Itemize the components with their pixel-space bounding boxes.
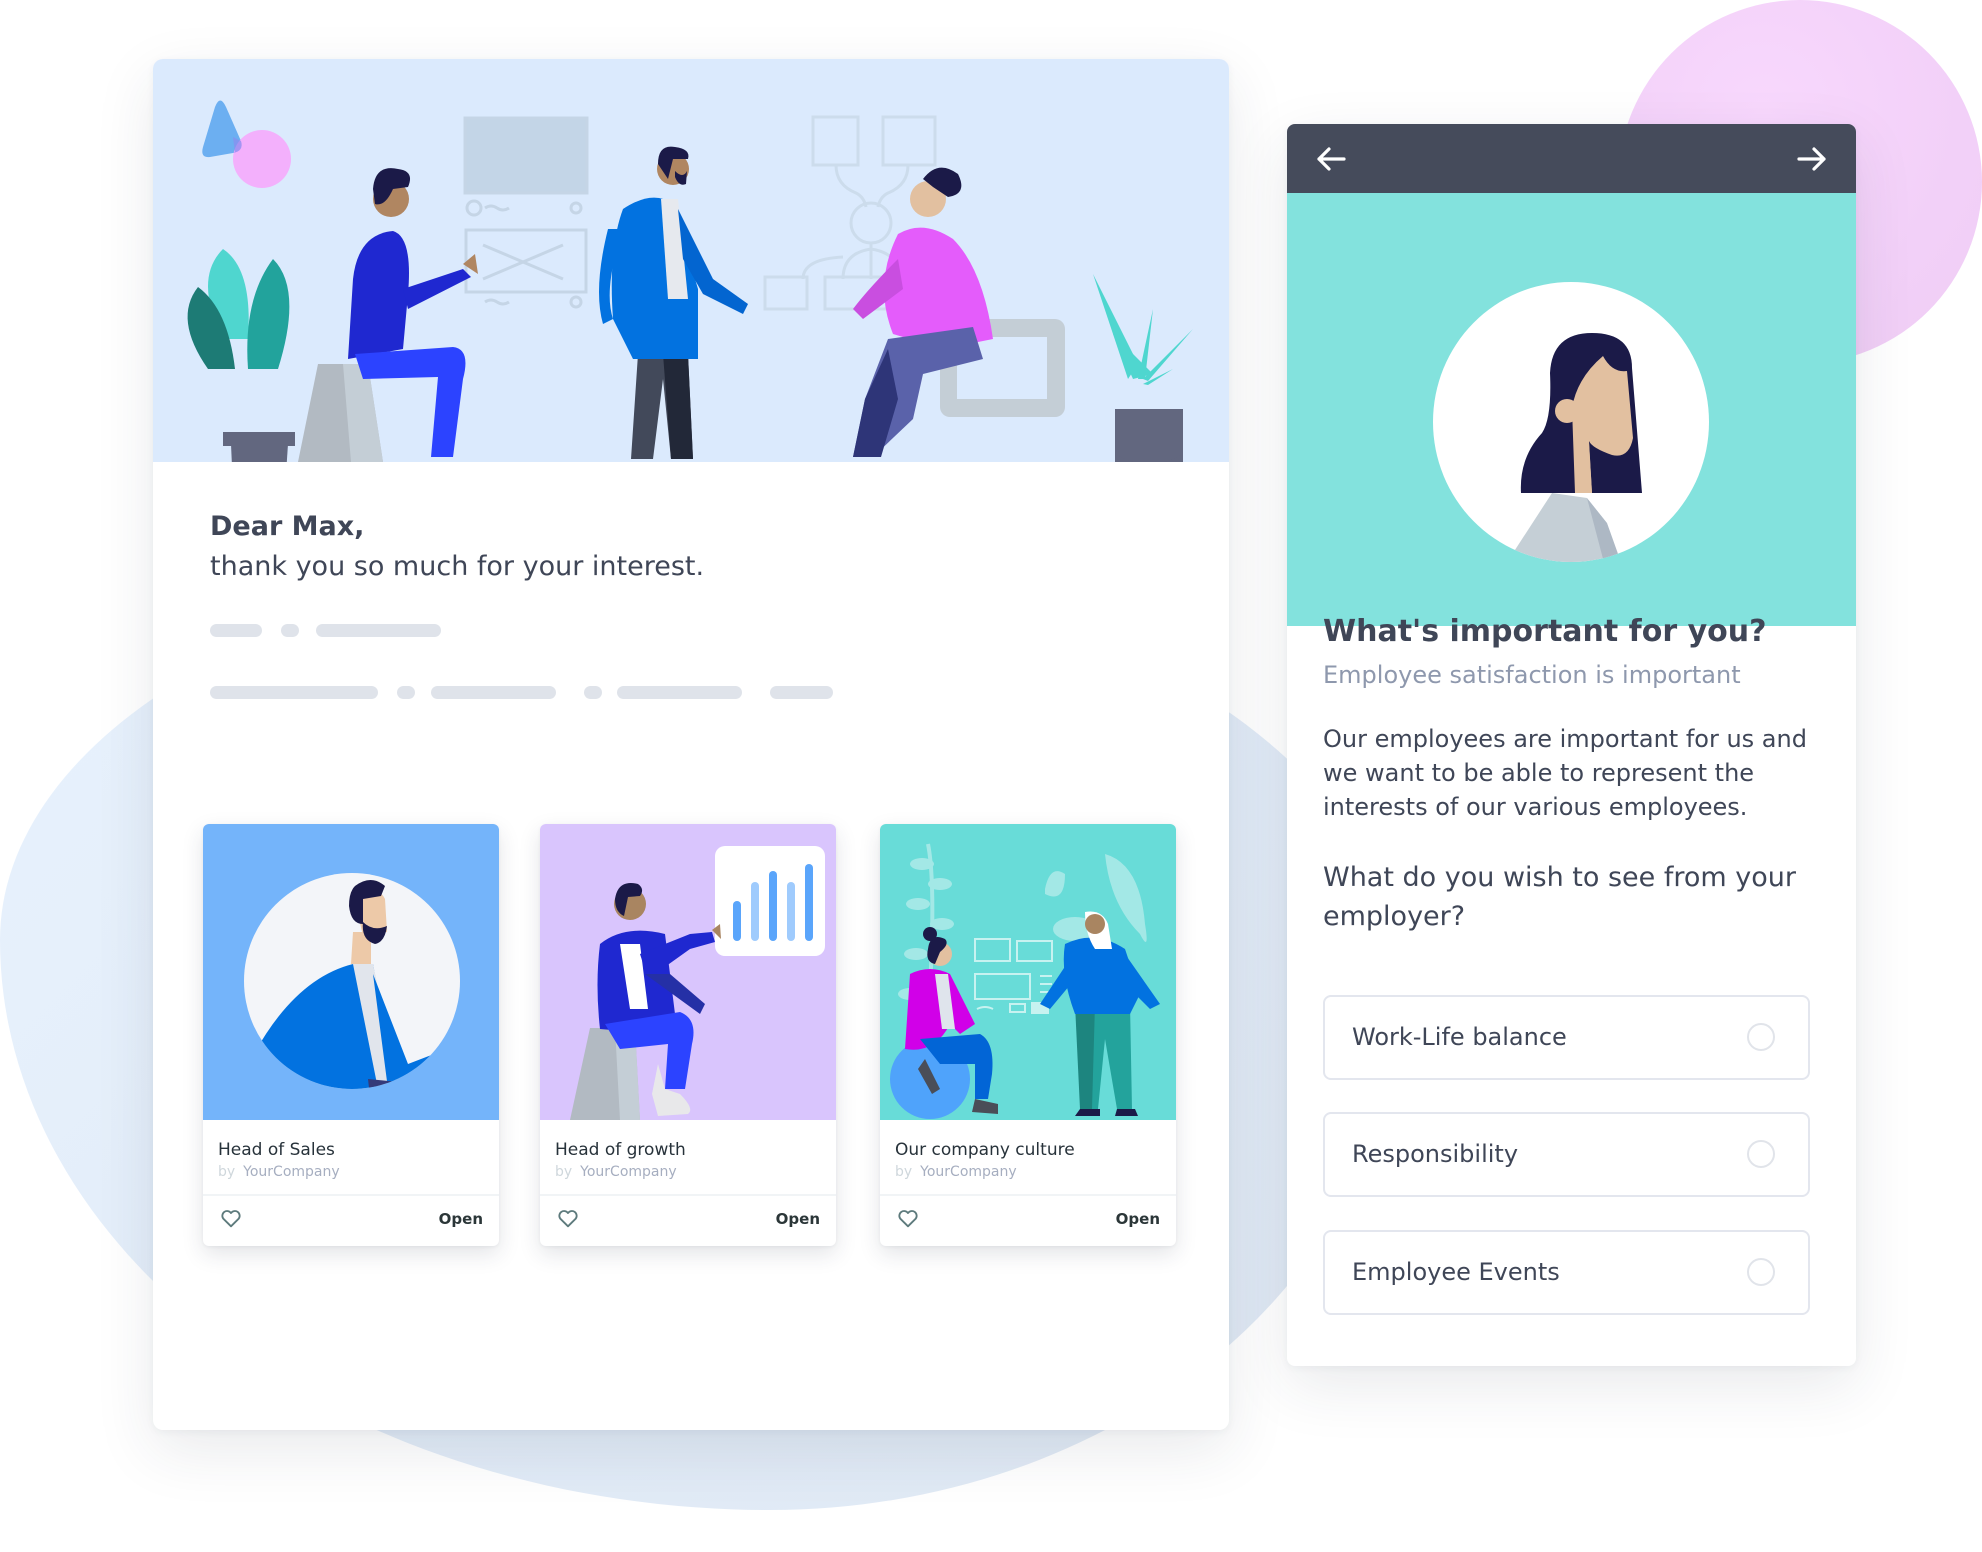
content-card[interactable]: Our company culture by YourCompany Open bbox=[880, 824, 1176, 1246]
survey-question: What do you wish to see from your employ… bbox=[1323, 862, 1796, 932]
by-label: by bbox=[895, 1164, 913, 1180]
card-title: Head of Sales bbox=[218, 1140, 335, 1160]
survey-title: What's important for you? bbox=[1323, 614, 1767, 649]
by-label: by bbox=[218, 1164, 236, 1180]
email-greeting: Dear Max, thank you so much for your int… bbox=[210, 507, 704, 587]
plant-icon bbox=[1093, 274, 1193, 462]
skeleton-bar bbox=[316, 624, 441, 637]
presenting-man-icon bbox=[570, 883, 721, 1120]
option-label: Employee Events bbox=[1352, 1258, 1560, 1286]
card-divider bbox=[880, 1194, 1176, 1196]
skeleton-bar bbox=[210, 686, 378, 699]
author-name: YourCompany bbox=[243, 1164, 340, 1180]
content-card[interactable]: Head of growth by YourCompany Open bbox=[540, 824, 836, 1246]
heart-icon[interactable] bbox=[557, 1208, 579, 1230]
brand-logo-icon bbox=[202, 100, 291, 188]
card-illustration bbox=[203, 824, 499, 1120]
card-title: Head of growth bbox=[555, 1140, 686, 1160]
whiteboard-faces-icon bbox=[974, 938, 1053, 1014]
email-hero-illustration bbox=[153, 59, 1229, 462]
skeleton-bar bbox=[397, 686, 415, 699]
wireframe-sketch-icon bbox=[463, 116, 589, 309]
card-divider bbox=[540, 1194, 836, 1196]
survey-subtitle: Employee satisfaction is important bbox=[1323, 661, 1741, 689]
card-divider bbox=[203, 1194, 499, 1196]
greeting-message: thank you so much for your interest. bbox=[210, 551, 705, 582]
card-title: Our company culture bbox=[895, 1140, 1075, 1160]
option-employee-events[interactable]: Employee Events bbox=[1323, 1230, 1810, 1315]
bar-chart-icon bbox=[715, 846, 825, 956]
radio-button[interactable] bbox=[1747, 1258, 1775, 1286]
author-name: YourCompany bbox=[920, 1164, 1017, 1180]
content-card[interactable]: Head of Sales by YourCompany Open bbox=[203, 824, 499, 1246]
skeleton-bar bbox=[584, 686, 602, 699]
option-work-life-balance[interactable]: Work-Life balance bbox=[1323, 995, 1810, 1080]
survey-description: Our employees are important for us and w… bbox=[1323, 725, 1807, 821]
option-label: Responsibility bbox=[1352, 1140, 1519, 1168]
option-responsibility[interactable]: Responsibility bbox=[1323, 1112, 1810, 1197]
person-standing-icon bbox=[599, 146, 748, 459]
card-author: by YourCompany bbox=[218, 1164, 340, 1180]
heart-icon[interactable] bbox=[897, 1208, 919, 1230]
open-button[interactable]: Open bbox=[776, 1210, 820, 1228]
card-author: by YourCompany bbox=[555, 1164, 677, 1180]
skeleton-bar bbox=[210, 624, 262, 637]
open-button[interactable]: Open bbox=[439, 1210, 483, 1228]
author-name: YourCompany bbox=[580, 1164, 677, 1180]
plant-icon bbox=[187, 249, 295, 462]
card-illustration bbox=[880, 824, 1176, 1120]
woman-standing-icon bbox=[1040, 911, 1160, 1116]
arrow-right-icon[interactable] bbox=[1796, 144, 1828, 174]
by-label: by bbox=[555, 1164, 573, 1180]
radio-button[interactable] bbox=[1747, 1140, 1775, 1168]
skeleton-bar bbox=[431, 686, 556, 699]
skeleton-bar bbox=[770, 686, 833, 699]
survey-nav-bar bbox=[1287, 124, 1856, 193]
skeleton-bar bbox=[617, 686, 742, 699]
card-author: by YourCompany bbox=[895, 1164, 1017, 1180]
survey-hero-illustration bbox=[1287, 193, 1856, 626]
card-illustration bbox=[540, 824, 836, 1120]
radio-button[interactable] bbox=[1747, 1023, 1775, 1051]
person-seated-right-icon bbox=[853, 167, 1065, 457]
open-button[interactable]: Open bbox=[1116, 1210, 1160, 1228]
email-preview-card: Dear Max, thank you so much for your int… bbox=[153, 59, 1229, 1430]
person-seated-left-icon bbox=[298, 168, 478, 462]
survey-panel: What's important for you? Employee satis… bbox=[1287, 124, 1856, 1366]
option-label: Work-Life balance bbox=[1352, 1023, 1567, 1051]
greeting-salutation: Dear Max, bbox=[210, 511, 365, 542]
heart-icon[interactable] bbox=[220, 1208, 242, 1230]
arrow-left-icon[interactable] bbox=[1315, 144, 1347, 174]
skeleton-bar bbox=[281, 624, 299, 637]
